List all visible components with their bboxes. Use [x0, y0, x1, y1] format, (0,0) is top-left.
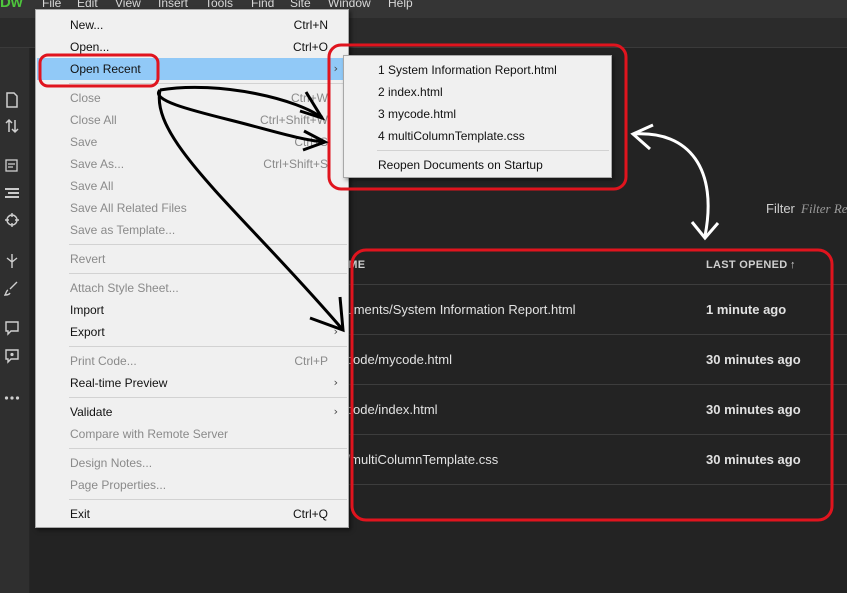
menu-item-real-time-preview[interactable]: Real-time Preview › — [37, 372, 348, 394]
menu-separator — [69, 499, 347, 500]
menu-item-save[interactable]: Save Ctrl+S — [37, 131, 348, 153]
menu-item-validate[interactable]: Validate › — [37, 401, 348, 423]
recent-item-1[interactable]: 1 System Information Report.html — [345, 59, 610, 81]
last-opened-time: 30 minutes ago — [706, 452, 801, 467]
left-toolbar — [0, 48, 30, 593]
menu-separator — [69, 397, 347, 398]
menu-item-compare-remote[interactable]: Compare with Remote Server — [37, 423, 348, 445]
file-path: ycode/mycode.html — [340, 352, 452, 367]
file-path: cuments/System Information Report.html — [340, 302, 576, 317]
comment-icon[interactable] — [4, 320, 20, 336]
last-opened-time: 30 minutes ago — [706, 352, 801, 367]
menu-item-save-all[interactable]: Save All — [37, 175, 348, 197]
menu-item-save-as[interactable]: Save As... Ctrl+Shift+S — [37, 153, 348, 175]
file-path: s/multiColumnTemplate.css — [340, 452, 499, 467]
menu-item-attach-style-sheet[interactable]: Attach Style Sheet... — [37, 277, 348, 299]
menu-item-print-code[interactable]: Print Code... Ctrl+P — [37, 350, 348, 372]
list-icon[interactable] — [4, 185, 20, 201]
sort-arrow-icon[interactable]: ↑ — [790, 259, 796, 271]
code-view-icon[interactable] — [4, 158, 20, 174]
menu-separator — [69, 448, 347, 449]
file-icon[interactable] — [4, 92, 20, 108]
reopen-documents-item[interactable]: Reopen Documents on Startup — [345, 154, 610, 176]
menu-separator — [69, 244, 347, 245]
last-opened-time: 1 minute ago — [706, 302, 787, 317]
file-menu: New... Ctrl+N Open... Ctrl+O Open Recent › … — [35, 9, 349, 528]
column-header-last-opened[interactable]: LAST OPENED — [706, 259, 788, 271]
brush-icon[interactable] — [4, 280, 20, 296]
last-opened-time: 30 minutes ago — [706, 402, 801, 417]
menu-item-open[interactable]: Open... Ctrl+O — [37, 36, 348, 58]
divider — [340, 484, 847, 485]
sort-arrows-icon[interactable] — [4, 118, 20, 134]
app-logo: Dw — [0, 0, 23, 11]
menu-item-export[interactable]: Export › — [37, 321, 348, 343]
table-row[interactable]: ycode/index.html 30 minutes ago — [340, 385, 847, 435]
submenu-arrow-icon: › — [333, 405, 338, 418]
menu-item-page-properties[interactable]: Page Properties... — [37, 474, 348, 496]
comment-star-icon[interactable] — [4, 348, 20, 364]
menu-item-save-all-related[interactable]: Save All Related Files — [37, 197, 348, 219]
target-icon[interactable] — [4, 212, 20, 228]
recent-item-2[interactable]: 2 index.html — [345, 81, 610, 103]
menu-item-design-notes[interactable]: Design Notes... — [37, 452, 348, 474]
recent-item-3[interactable]: 3 mycode.html — [345, 103, 610, 125]
submenu-arrow-icon: › — [333, 325, 338, 338]
menu-item-close[interactable]: Close Ctrl+W — [37, 87, 348, 109]
submenu-arrow-icon: › — [333, 376, 338, 389]
menu-separator — [69, 273, 347, 274]
menu-item-new[interactable]: New... Ctrl+N — [37, 14, 348, 36]
menu-item-close-all[interactable]: Close All Ctrl+Shift+W — [37, 109, 348, 131]
table-row[interactable]: cuments/System Information Report.html 1… — [340, 285, 847, 335]
split-icon[interactable] — [4, 253, 20, 269]
menu-separator — [69, 83, 347, 84]
menu-item-exit[interactable]: Exit Ctrl+Q — [37, 503, 348, 525]
menu-separator — [69, 346, 347, 347]
table-row[interactable]: s/multiColumnTemplate.css 30 minutes ago — [340, 435, 847, 485]
open-recent-submenu: 1 System Information Report.html 2 index… — [343, 55, 612, 178]
more-icon[interactable] — [4, 390, 20, 406]
menu-item-open-recent[interactable]: Open Recent › — [37, 58, 348, 80]
filter-input[interactable] — [801, 196, 847, 222]
menu-item-import[interactable]: Import — [37, 299, 348, 321]
filter-label: Filter — [766, 201, 795, 216]
menu-item-revert[interactable]: Revert — [37, 248, 348, 270]
submenu-arrow-icon: › — [333, 62, 338, 75]
menu-separator — [377, 150, 609, 151]
recent-item-4[interactable]: 4 multiColumnTemplate.css — [345, 125, 610, 147]
file-path: ycode/index.html — [340, 402, 438, 417]
menu-item-save-as-template[interactable]: Save as Template... — [37, 219, 348, 241]
table-row[interactable]: ycode/mycode.html 30 minutes ago — [340, 335, 847, 385]
menu-help[interactable]: Help — [388, 0, 413, 12]
